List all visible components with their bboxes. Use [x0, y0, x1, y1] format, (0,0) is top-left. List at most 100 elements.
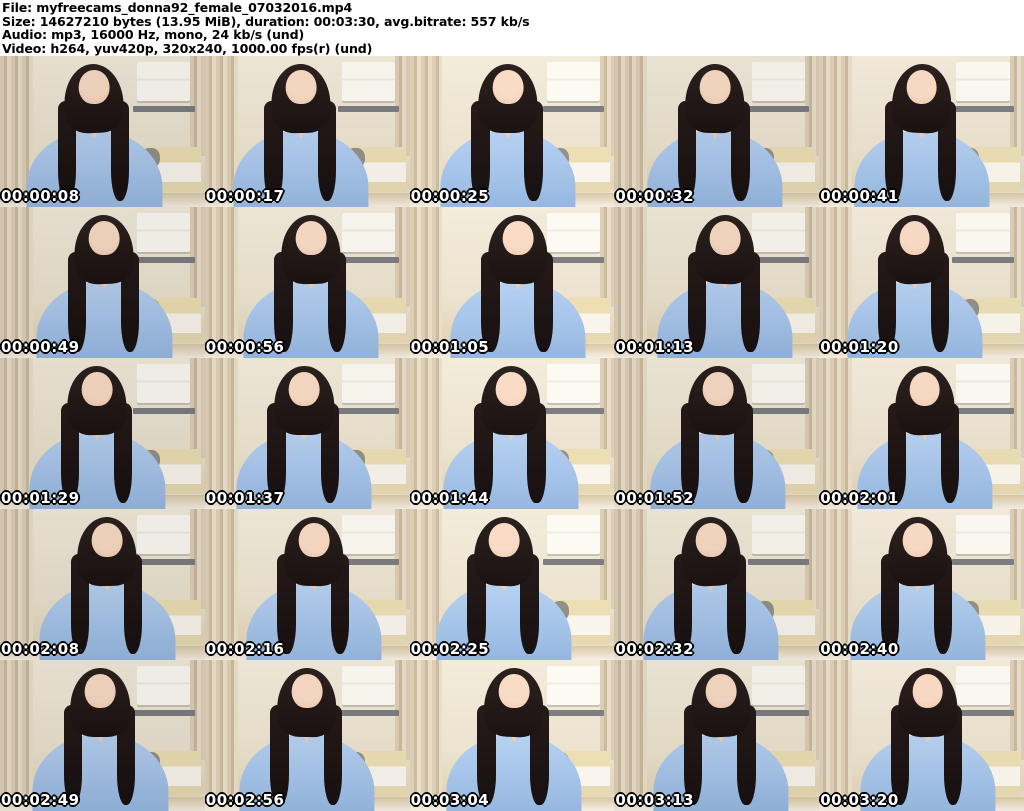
timestamp-overlay: 00:01:05 — [410, 338, 490, 356]
person-silhouette — [819, 509, 1020, 660]
person-silhouette — [209, 207, 410, 358]
video-thumbnail: 00:01:52 — [614, 358, 820, 509]
face-shape — [912, 673, 943, 709]
video-info-line: Video: h264, yuv420p, 320x240, 1000.00 f… — [2, 40, 373, 56]
thumbnail-grid: 00:00:08 00:00:17 00:00:25 00:00:32 00:0… — [0, 56, 1024, 811]
person-silhouette — [819, 56, 1024, 207]
video-frame-placeholder — [0, 660, 205, 811]
person-silhouette — [822, 358, 1024, 509]
timestamp-overlay: 00:02:16 — [205, 640, 285, 658]
face-shape — [79, 69, 110, 105]
video-frame-placeholder — [204, 660, 410, 811]
timestamp-overlay: 00:02:49 — [1, 791, 80, 809]
face-shape — [298, 522, 330, 558]
timestamp-overlay: 00:01:52 — [615, 489, 695, 507]
person-silhouette — [0, 56, 197, 207]
face-shape — [488, 522, 520, 558]
video-thumbnail: 00:03:20 — [819, 660, 1024, 811]
video-frame-placeholder — [0, 358, 205, 509]
video-thumbnail: 00:01:20 — [819, 207, 1024, 358]
video-frame-placeholder — [409, 509, 615, 660]
video-frame-placeholder — [819, 207, 1024, 358]
face-shape — [502, 220, 534, 256]
video-thumbnail: 00:00:49 — [0, 207, 205, 358]
person-silhouette — [205, 358, 407, 509]
timestamp-overlay: 00:01:37 — [205, 489, 285, 507]
person-silhouette — [212, 509, 410, 660]
face-shape — [285, 69, 317, 105]
video-frame-placeholder — [614, 56, 820, 207]
video-frame-placeholder — [204, 56, 410, 207]
timestamp-overlay: 00:00:41 — [820, 187, 899, 205]
face-shape — [82, 371, 113, 407]
timestamp-overlay: 00:03:04 — [410, 791, 490, 809]
size-info-line: Size: 14627210 bytes (13.95 MiB), durati… — [2, 13, 530, 29]
media-info-header: File: myfreecams_donna92_female_07032016… — [0, 0, 1024, 56]
video-thumbnail: 00:00:41 — [819, 56, 1024, 207]
timestamp-overlay: 00:02:40 — [820, 640, 899, 658]
video-frame-placeholder — [614, 509, 820, 660]
video-thumbnail: 00:02:32 — [614, 509, 820, 660]
video-thumbnail: 00:03:04 — [409, 660, 615, 811]
person-silhouette — [410, 56, 611, 207]
video-thumbnail: 00:03:13 — [614, 660, 820, 811]
person-silhouette — [618, 660, 819, 811]
timestamp-overlay: 00:02:01 — [820, 489, 899, 507]
file-info-line: File: myfreecams_donna92_female_07032016… — [2, 0, 353, 15]
video-thumbnail: 00:02:08 — [0, 509, 205, 660]
video-frame-placeholder — [409, 660, 615, 811]
person-silhouette — [614, 509, 813, 660]
video-thumbnail: 00:02:49 — [0, 660, 205, 811]
face-shape — [492, 69, 524, 105]
video-thumbnail: 00:01:13 — [614, 207, 820, 358]
face-shape — [902, 522, 933, 558]
person-silhouette — [5, 509, 205, 660]
timestamp-overlay: 00:02:25 — [410, 640, 490, 658]
timestamp-overlay: 00:01:44 — [410, 489, 490, 507]
video-frame-placeholder — [819, 56, 1024, 207]
face-shape — [705, 673, 737, 709]
person-silhouette — [412, 660, 615, 811]
video-frame-placeholder — [614, 660, 820, 811]
face-shape — [699, 69, 731, 105]
video-frame-placeholder — [409, 358, 615, 509]
face-shape — [295, 220, 327, 256]
face-shape — [92, 522, 123, 558]
timestamp-overlay: 00:02:56 — [205, 791, 285, 809]
video-frame-placeholder — [614, 207, 820, 358]
face-shape — [899, 220, 930, 256]
person-silhouette — [416, 207, 615, 358]
video-frame-placeholder — [204, 207, 410, 358]
face-shape — [498, 673, 530, 709]
face-shape — [89, 220, 120, 256]
person-silhouette — [410, 509, 607, 660]
person-silhouette — [825, 660, 1024, 811]
video-thumbnail: 00:02:25 — [409, 509, 615, 660]
face-shape — [495, 371, 527, 407]
person-silhouette — [0, 358, 200, 509]
video-frame-placeholder — [204, 509, 410, 660]
person-silhouette — [622, 207, 819, 358]
video-thumbnail: 00:01:05 — [409, 207, 615, 358]
person-silhouette — [614, 56, 817, 207]
video-thumbnail: 00:02:16 — [204, 509, 410, 660]
video-thumbnail: 00:00:56 — [204, 207, 410, 358]
face-shape — [695, 522, 727, 558]
timestamp-overlay: 00:00:56 — [205, 338, 285, 356]
video-thumbnail: 00:00:25 — [409, 56, 615, 207]
timestamp-overlay: 00:00:25 — [410, 187, 490, 205]
timestamp-overlay: 00:00:17 — [205, 187, 285, 205]
timestamp-overlay: 00:03:20 — [820, 791, 899, 809]
video-thumbnail: 00:02:40 — [819, 509, 1024, 660]
person-silhouette — [205, 56, 404, 207]
face-shape — [906, 69, 937, 105]
person-silhouette — [615, 358, 819, 509]
video-thumbnail: 00:01:44 — [409, 358, 615, 509]
person-silhouette — [819, 207, 1017, 358]
face-shape — [702, 371, 734, 407]
video-frame-placeholder — [0, 509, 205, 660]
timestamp-overlay: 00:02:32 — [615, 640, 695, 658]
timestamp-overlay: 00:01:20 — [820, 338, 899, 356]
timestamp-overlay: 00:01:13 — [615, 338, 695, 356]
video-frame-placeholder — [204, 358, 410, 509]
